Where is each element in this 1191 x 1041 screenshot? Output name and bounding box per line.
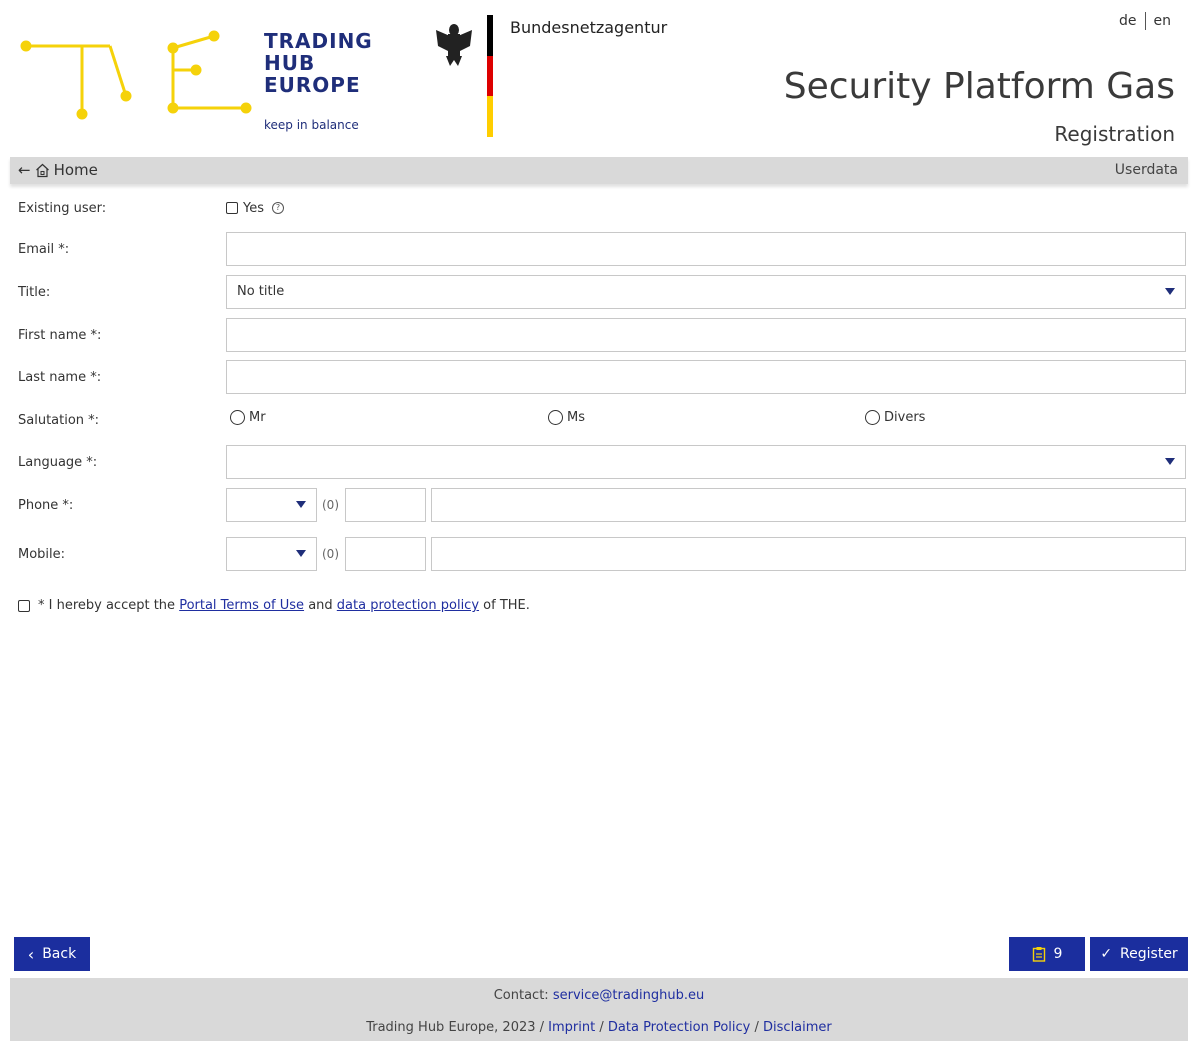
mobile-country-code-select[interactable] [226, 537, 317, 571]
footer-sep: / [599, 1020, 604, 1035]
terms-and: and [308, 598, 333, 613]
german-flag-bar [487, 15, 493, 137]
logo-line-3: EUROPE [264, 73, 361, 97]
clipboard-button[interactable]: 9 [1009, 937, 1085, 971]
check-icon: ✓ [1100, 946, 1113, 962]
clipboard-count: 9 [1053, 946, 1063, 962]
lang-de-link[interactable]: de [1113, 13, 1143, 29]
phone-number-field[interactable] [431, 488, 1186, 522]
title-selected-value: No title [237, 284, 285, 299]
language-label: Language *: [18, 454, 98, 470]
logo-line-1: TRADING [264, 29, 373, 53]
email-label: Email *: [18, 241, 70, 257]
chevron-down-icon [296, 501, 306, 508]
logo-line-2: HUB [264, 51, 316, 75]
footer-company: Trading Hub Europe, 2023 / [366, 1020, 545, 1035]
register-label: Register [1120, 946, 1178, 962]
phone-area-code-field[interactable] [345, 488, 426, 522]
last-name-field[interactable] [226, 360, 1186, 394]
terms-prefix: * I hereby accept the [38, 598, 176, 613]
terms-checkbox[interactable] [18, 599, 30, 612]
logo-wordmark: TRADING HUB EUROPE [264, 30, 373, 96]
home-link[interactable]: ← Home [18, 161, 98, 179]
footer-links: Trading Hub Europe, 2023 / Imprint / Dat… [10, 1020, 1188, 1035]
mobile-trunk-prefix: (0) [322, 547, 339, 561]
language-switcher: de en [1113, 12, 1177, 30]
breadcrumb-bar: ← Home Userdata [10, 157, 1188, 184]
arrow-left-icon: ← [18, 161, 31, 179]
lang-en-link[interactable]: en [1148, 13, 1178, 29]
language-select[interactable] [226, 445, 1186, 479]
terms-suffix: of THE. [483, 598, 530, 613]
register-button[interactable]: ✓ Register [1090, 937, 1188, 971]
phone-country-code-select[interactable] [226, 488, 317, 522]
federal-eagle-icon [436, 24, 472, 66]
mobile-label: Mobile: [18, 546, 66, 562]
existing-user-row: Existing user: Yes ? [18, 191, 1186, 225]
radio-divers-label: Divers [884, 410, 926, 425]
footer: Contact: service@tradinghub.eu Trading H… [10, 978, 1188, 1041]
clipboard-icon [1032, 947, 1045, 962]
chevron-down-icon [1165, 458, 1175, 465]
imprint-link[interactable]: Imprint [548, 1020, 595, 1035]
section-label: Userdata [1114, 162, 1178, 178]
home-label: Home [53, 161, 98, 179]
first-name-field[interactable] [226, 318, 1186, 352]
footer-contact: Contact: service@tradinghub.eu [10, 988, 1188, 1003]
radio-divers[interactable] [865, 410, 880, 425]
salutation-label: Salutation *: [18, 412, 100, 428]
back-button[interactable]: ‹ Back [14, 937, 90, 971]
salutation-option-mr[interactable]: Mr [230, 410, 266, 425]
back-label: Back [42, 946, 77, 962]
home-icon [35, 163, 49, 177]
app-title: Security Platform Gas [783, 66, 1175, 107]
last-name-label: Last name *: [18, 369, 102, 385]
chevron-left-icon: ‹ [27, 944, 35, 964]
existing-user-checkbox[interactable] [226, 202, 238, 214]
contact-email-link[interactable]: service@tradinghub.eu [553, 988, 704, 1003]
salutation-option-ms[interactable]: Ms [548, 410, 585, 425]
email-field[interactable] [226, 232, 1186, 266]
help-icon[interactable]: ? [272, 202, 284, 214]
phone-label: Phone *: [18, 497, 74, 513]
disclaimer-link[interactable]: Disclaimer [763, 1020, 832, 1035]
phone-trunk-prefix: (0) [322, 498, 339, 512]
chevron-down-icon [1165, 288, 1175, 295]
existing-user-yes-label: Yes [243, 200, 264, 216]
portal-terms-link[interactable]: Portal Terms of Use [179, 598, 304, 613]
mobile-number-field[interactable] [431, 537, 1186, 571]
first-name-label: First name *: [18, 327, 102, 343]
agency-name: Bundesnetzagentur [510, 18, 668, 37]
chevron-down-icon [296, 550, 306, 557]
radio-ms-label: Ms [567, 410, 585, 425]
footer-sep: / [754, 1020, 759, 1035]
salutation-option-divers[interactable]: Divers [865, 410, 925, 425]
mobile-area-code-field[interactable] [345, 537, 426, 571]
header: TRADING HUB EUROPE keep in balance Bunde… [0, 0, 1191, 155]
radio-mr-label: Mr [249, 410, 266, 425]
salutation-row: Salutation *: [18, 403, 1186, 437]
terms-row: * I hereby accept the Portal Terms of Us… [18, 598, 530, 613]
terms-text: * I hereby accept the Portal Terms of Us… [38, 598, 530, 613]
logo-tagline: keep in balance [264, 118, 359, 132]
contact-prefix: Contact: [493, 988, 549, 1003]
data-protection-policy-link[interactable]: Data Protection Policy [608, 1020, 750, 1035]
the-logo-graphic [20, 30, 252, 120]
lang-separator [1144, 12, 1146, 30]
existing-user-label: Existing user: [18, 200, 107, 216]
title-select[interactable]: No title [226, 275, 1186, 309]
data-protection-link[interactable]: data protection policy [337, 598, 479, 613]
radio-mr[interactable] [230, 410, 245, 425]
title-label: Title: [18, 284, 51, 300]
radio-ms[interactable] [548, 410, 563, 425]
page-subtitle: Registration [1054, 122, 1175, 146]
